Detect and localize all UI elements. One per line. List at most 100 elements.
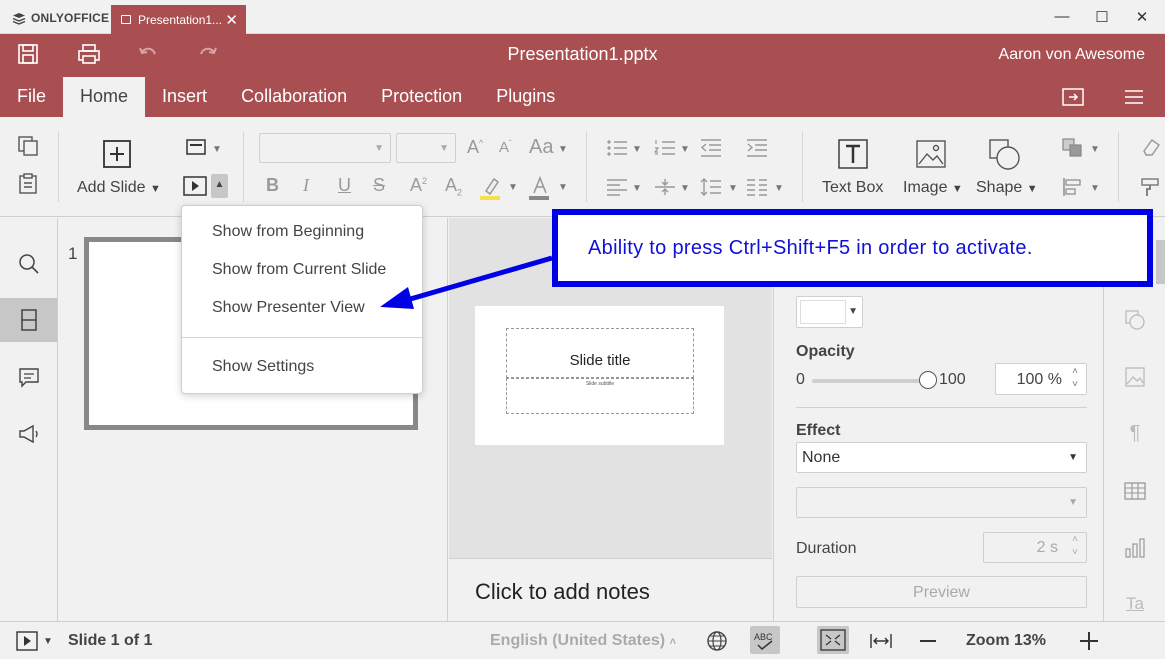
chevron-down-icon[interactable]: ▼ <box>212 144 222 155</box>
clear-style-icon[interactable] <box>1140 137 1162 157</box>
maximize-button[interactable]: ☐ <box>1092 8 1112 26</box>
text-art-settings-tab[interactable]: Ta <box>1123 592 1147 616</box>
shape-icon[interactable] <box>988 138 1022 172</box>
chevron-down-icon[interactable]: ▼ <box>632 144 642 155</box>
decrease-font-icon[interactable]: Aˇ <box>499 139 512 156</box>
image-icon[interactable] <box>915 138 947 170</box>
spin-up-icon[interactable]: ˄ <box>1072 366 1078 377</box>
slide-canvas[interactable]: Slide title Slide subtitle <box>475 306 724 445</box>
decrease-indent-icon[interactable] <box>700 139 722 157</box>
paste-icon[interactable] <box>17 173 39 195</box>
title-placeholder[interactable]: Slide title <box>506 328 694 378</box>
underline-icon[interactable]: U <box>338 175 351 196</box>
numbered-list-icon[interactable] <box>654 139 676 157</box>
user-name[interactable]: Aaron von Awesome <box>999 46 1145 64</box>
tab-plugins[interactable]: Plugins <box>479 77 572 117</box>
search-button[interactable] <box>0 242 57 286</box>
subscript-icon[interactable]: A2 <box>445 175 462 198</box>
tab-insert[interactable]: Insert <box>145 77 224 117</box>
chart-settings-tab[interactable] <box>1123 536 1147 560</box>
table-settings-tab[interactable] <box>1123 479 1147 503</box>
spin-up-icon[interactable]: ˄ <box>1072 534 1078 545</box>
image-button[interactable]: Image ▼ <box>903 179 963 197</box>
copy-style-icon[interactable] <box>1140 177 1162 197</box>
font-size-select[interactable]: ▼ <box>396 133 456 163</box>
columns-icon[interactable] <box>746 178 768 196</box>
zoom-in-button[interactable] <box>1080 632 1098 650</box>
chevron-down-icon[interactable]: ▼ <box>680 144 690 155</box>
spin-down-icon[interactable]: ˅ <box>1072 547 1078 558</box>
document-tab[interactable]: Presentation1... ✕ <box>111 5 246 34</box>
chevron-down-icon[interactable]: ▼ <box>508 182 518 193</box>
line-spacing-icon[interactable] <box>700 178 722 196</box>
opacity-slider[interactable] <box>812 379 930 383</box>
menu-item-show-from-beginning[interactable]: Show from Beginning <box>212 223 364 241</box>
increase-font-icon[interactable]: A^ <box>467 137 483 158</box>
shape-button[interactable]: Shape ▼ <box>976 179 1038 197</box>
change-case-icon[interactable]: Aa <box>529 136 553 159</box>
chevron-down-icon[interactable]: ▼ <box>1090 144 1100 155</box>
tab-file[interactable]: File <box>0 77 63 117</box>
tab-home[interactable]: Home <box>63 77 146 117</box>
fit-width-icon[interactable] <box>869 632 893 650</box>
zoom-level[interactable]: Zoom 13% <box>966 632 1046 650</box>
chevron-down-icon[interactable]: ▼ <box>774 183 784 194</box>
align-left-icon[interactable] <box>606 178 628 196</box>
fill-color-picker[interactable]: ▼ <box>796 296 863 328</box>
image-settings-tab[interactable] <box>1123 365 1147 389</box>
effect-select[interactable]: None ▼ <box>796 442 1087 473</box>
font-color-icon[interactable] <box>529 175 551 201</box>
menu-item-show-settings[interactable]: Show Settings <box>212 358 314 376</box>
duration-input[interactable]: 2 s ˄ ˅ <box>983 532 1087 563</box>
close-window-button[interactable]: ✕ <box>1132 8 1152 26</box>
play-slideshow-icon[interactable] <box>16 631 38 651</box>
close-tab-icon[interactable]: ✕ <box>225 11 238 29</box>
slide-layout-icon[interactable] <box>186 138 208 158</box>
add-slide-icon[interactable] <box>102 139 132 169</box>
comments-button[interactable] <box>0 355 57 399</box>
highlight-color-icon[interactable] <box>480 175 502 201</box>
notes-panel[interactable]: Click to add notes <box>449 558 772 621</box>
tab-protection[interactable]: Protection <box>364 77 479 117</box>
shape-settings-tab[interactable] <box>1123 308 1147 332</box>
spin-down-icon[interactable]: ˅ <box>1072 379 1078 390</box>
copy-icon[interactable] <box>17 135 39 157</box>
superscript-icon[interactable]: A2 <box>410 175 427 196</box>
fit-slide-button[interactable] <box>817 626 849 654</box>
chevron-down-icon[interactable]: ▼ <box>558 144 568 155</box>
chevron-down-icon[interactable]: ▼ <box>728 183 738 194</box>
chevron-down-icon[interactable]: ▼ <box>632 183 642 194</box>
subtitle-placeholder[interactable]: Slide subtitle <box>506 378 694 414</box>
start-slideshow-icon[interactable] <box>183 176 207 196</box>
chevron-down-icon[interactable]: ▼ <box>558 182 568 193</box>
paragraph-settings-tab[interactable]: ¶ <box>1123 421 1147 445</box>
increase-indent-icon[interactable] <box>746 139 768 157</box>
add-slide-button[interactable]: Add Slide ▼ <box>77 179 161 197</box>
vertical-align-icon[interactable] <box>654 178 676 196</box>
opacity-slider-handle[interactable] <box>919 371 937 389</box>
bullet-list-icon[interactable] <box>606 139 628 157</box>
strikethrough-icon[interactable]: S <box>373 175 385 196</box>
minimize-button[interactable]: — <box>1052 8 1072 25</box>
zoom-out-button[interactable] <box>920 640 936 642</box>
open-file-location-icon[interactable] <box>1062 87 1084 107</box>
menu-item-show-presenter-view[interactable]: Show Presenter View <box>212 299 365 317</box>
text-box-icon[interactable] <box>837 138 869 170</box>
arrange-icon[interactable] <box>1062 138 1084 158</box>
font-name-select[interactable]: ▼ <box>259 133 391 163</box>
menu-item-show-from-current-slide[interactable]: Show from Current Slide <box>212 261 386 279</box>
effect-type-select[interactable]: ▼ <box>796 487 1087 518</box>
slideshow-dropdown-button[interactable]: ▲ <box>211 174 228 198</box>
chevron-down-icon[interactable]: ▼ <box>680 183 690 194</box>
chevron-down-icon[interactable]: ▼ <box>1090 183 1100 194</box>
globe-icon[interactable] <box>706 630 728 652</box>
italic-icon[interactable]: I <box>303 175 309 196</box>
preview-button[interactable]: Preview <box>796 576 1087 608</box>
language-selector[interactable]: English (United States) ˄ <box>490 632 676 650</box>
chevron-down-icon[interactable]: ▼ <box>43 636 53 647</box>
text-box-button[interactable]: Text Box <box>822 179 883 197</box>
slides-panel-button[interactable] <box>0 298 57 342</box>
menu-hamburger-icon[interactable] <box>1123 87 1145 107</box>
spell-check-button[interactable]: ABC <box>750 626 780 654</box>
tab-collaboration[interactable]: Collaboration <box>224 77 364 117</box>
